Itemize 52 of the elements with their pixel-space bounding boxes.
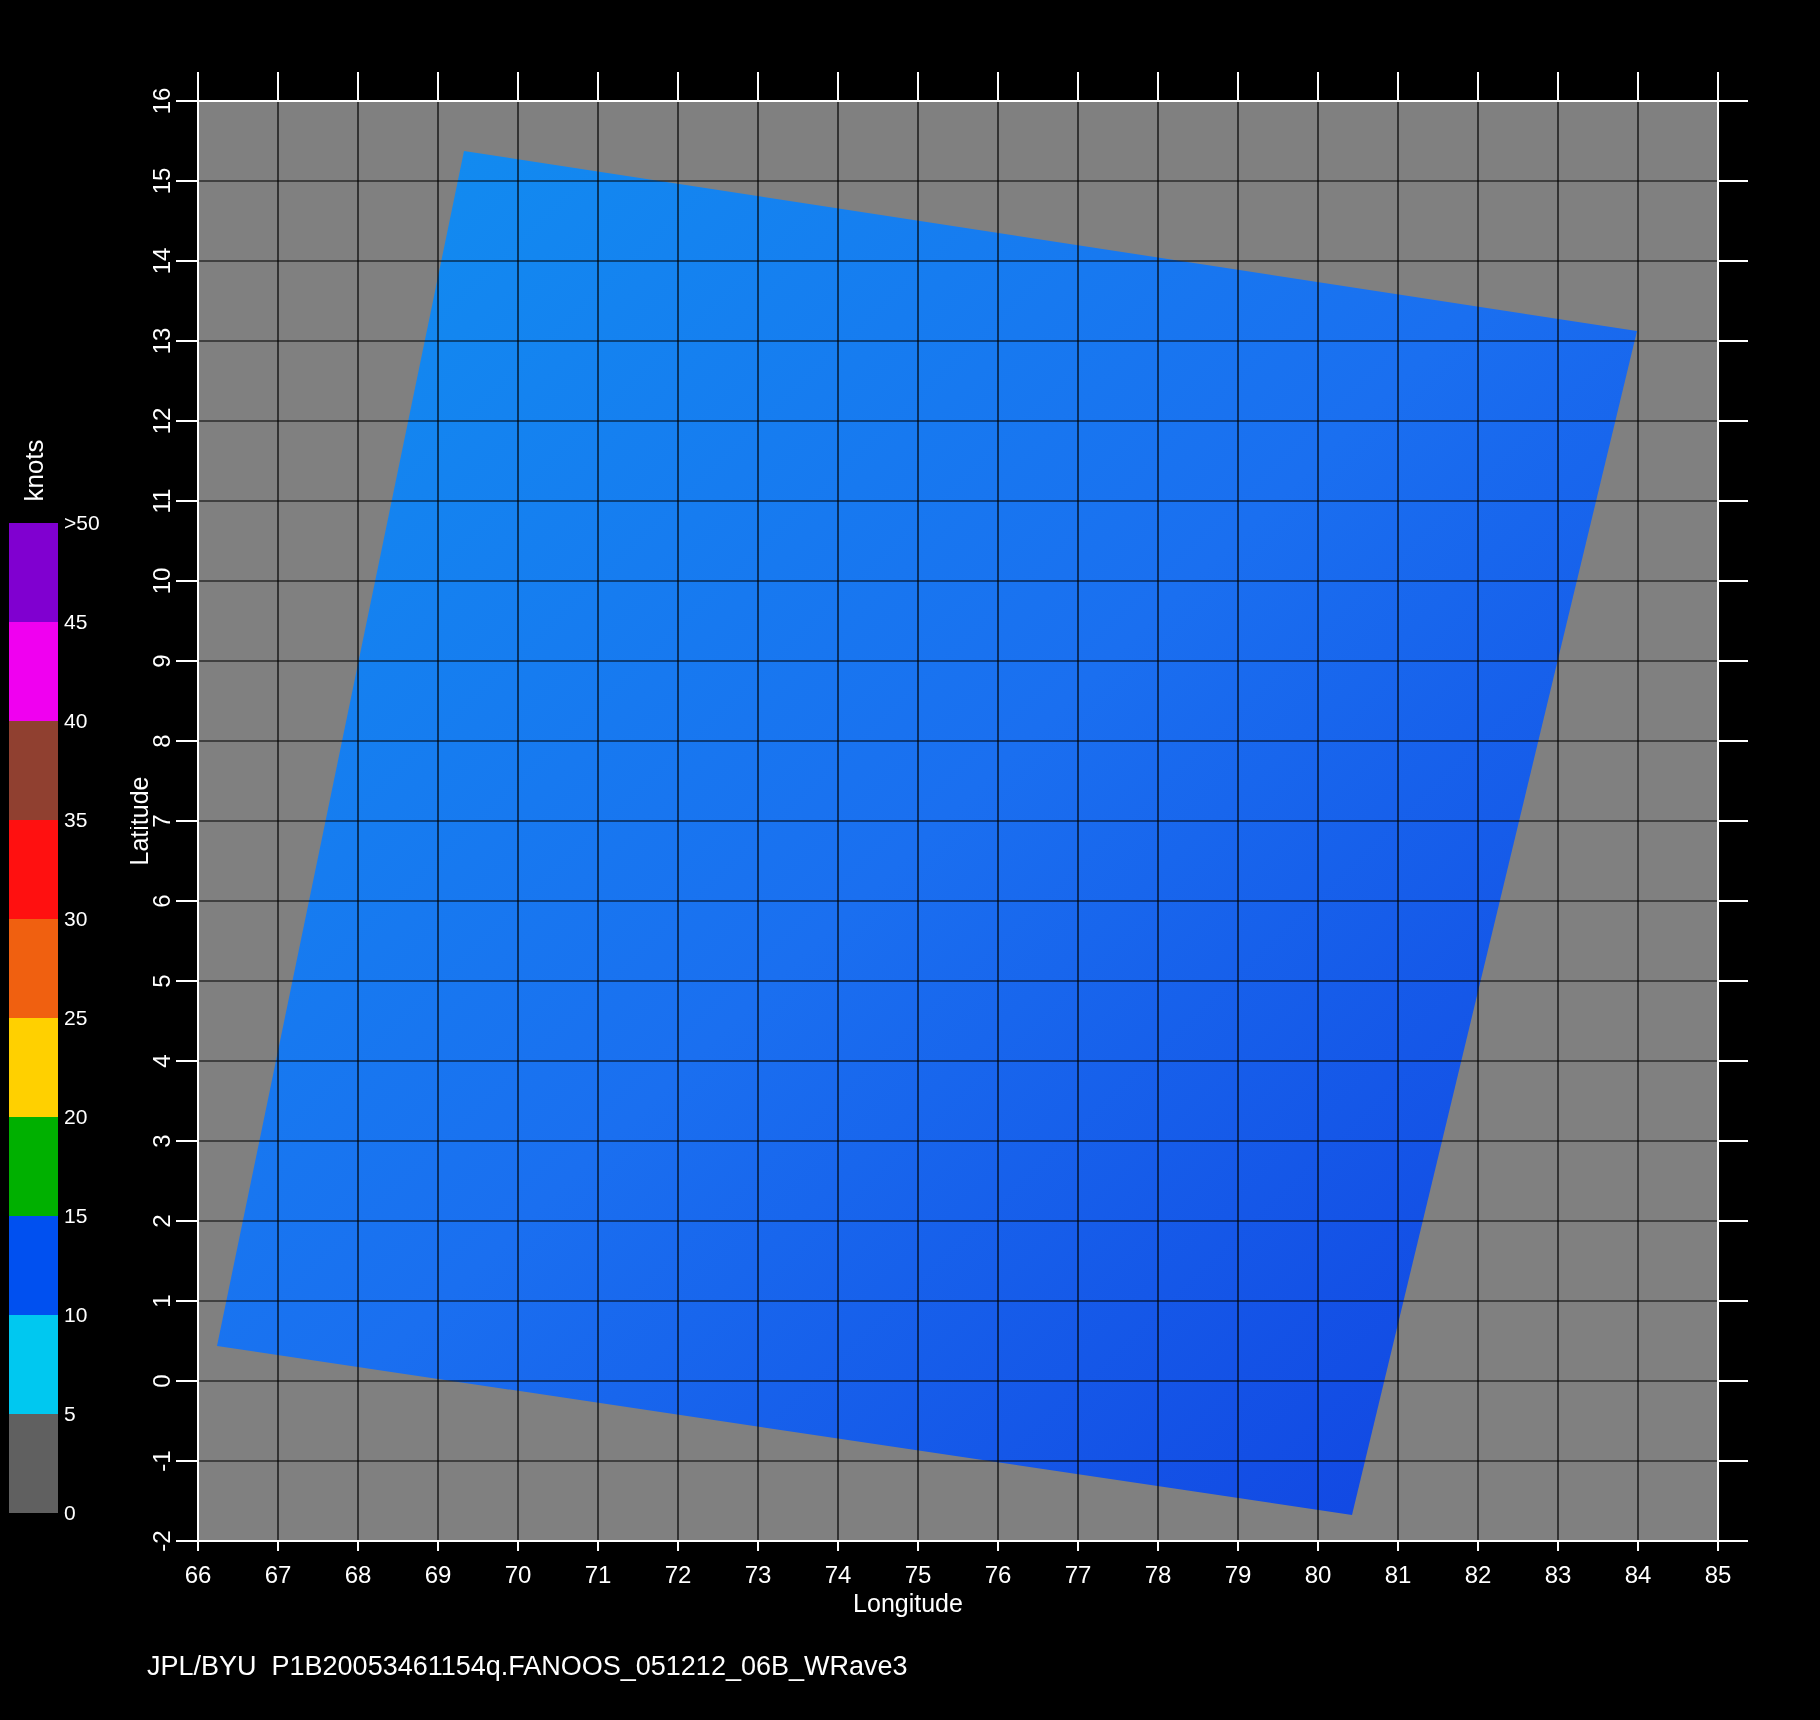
tick-label: 68 <box>344 1561 372 1588</box>
colorbar-unit: knots <box>17 438 50 502</box>
tick-label: 70 <box>504 1561 532 1588</box>
colorbar-label: 20 <box>64 1105 89 1129</box>
tick-label: 2 <box>148 1214 175 1228</box>
tick-label: 72 <box>664 1561 692 1588</box>
tick-label: 14 <box>148 247 175 275</box>
tick-label: 10 <box>148 567 175 595</box>
tick-label: 81 <box>1384 1561 1412 1588</box>
tick-label: 79 <box>1224 1561 1252 1588</box>
tick-label: 69 <box>424 1561 452 1588</box>
plot-caption: JPL/BYU P1B20053461154q.FANOOS_051212_06B_WRave3 <box>147 1651 908 1681</box>
tick-label: 9 <box>148 654 175 668</box>
colorbar-label: 0 <box>64 1501 77 1525</box>
tick-label: -2 <box>148 1530 175 1552</box>
tick-label: 5 <box>148 974 175 988</box>
tick-label: 76 <box>984 1561 1012 1588</box>
colorbar-label: 45 <box>64 610 89 634</box>
tick-label: 71 <box>584 1561 612 1588</box>
tick-label: 12 <box>148 407 175 435</box>
tick-label: 82 <box>1464 1561 1492 1588</box>
colorbar-label: 25 <box>64 1006 89 1030</box>
tick-label: 0 <box>148 1374 175 1388</box>
tick-label: 1 <box>148 1294 175 1308</box>
colorbar-label: >50 <box>64 511 100 535</box>
colorbar-label: 40 <box>64 709 89 733</box>
tick-label: 67 <box>264 1561 292 1588</box>
tick-label: 6 <box>148 894 175 908</box>
tick-label: 77 <box>1064 1561 1092 1588</box>
tick-label: 75 <box>904 1561 932 1588</box>
tick-label: 74 <box>824 1561 852 1588</box>
colorbar-label: 30 <box>64 907 89 931</box>
tick-label: 4 <box>148 1054 175 1068</box>
tick-label: 16 <box>148 87 175 115</box>
colorbar-label: 35 <box>64 808 89 832</box>
tick-label: 15 <box>148 167 175 195</box>
tick-label: 11 <box>148 488 175 514</box>
colorbar-label: 5 <box>64 1402 77 1426</box>
colorbar-label: 10 <box>64 1303 89 1327</box>
tick-label: 83 <box>1544 1561 1572 1588</box>
tick-label: 3 <box>148 1134 175 1148</box>
tick-label: 13 <box>148 327 175 355</box>
tick-label: 78 <box>1144 1561 1172 1588</box>
axis-title: Longitude <box>853 1589 963 1617</box>
tick-label: 8 <box>148 734 175 748</box>
tick-label: 80 <box>1304 1561 1332 1588</box>
tick-label: 84 <box>1624 1561 1652 1588</box>
tick-label: 66 <box>184 1561 212 1588</box>
tick-label: 85 <box>1704 1561 1732 1588</box>
tick-label: -1 <box>148 1450 175 1472</box>
tick-label: 73 <box>744 1561 772 1588</box>
colorbar-label: 15 <box>64 1204 89 1228</box>
